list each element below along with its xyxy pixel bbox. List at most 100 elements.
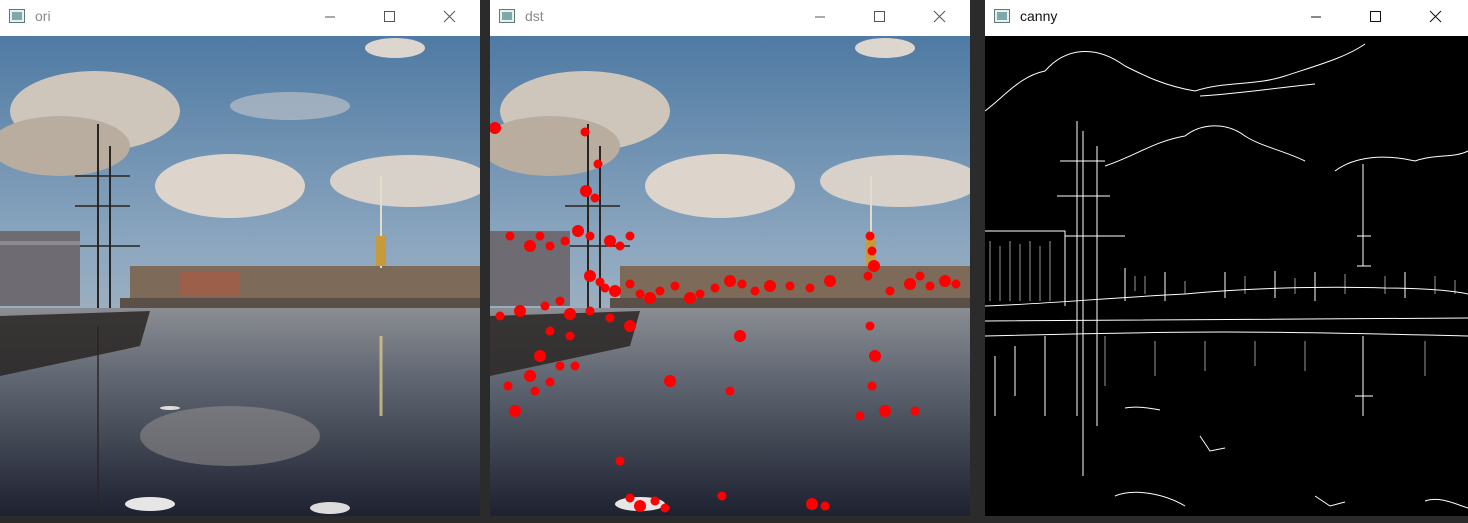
corner-marker bbox=[737, 279, 747, 289]
maximize-icon bbox=[874, 11, 885, 22]
corner-marker bbox=[615, 241, 625, 251]
corner-marker bbox=[580, 185, 592, 197]
corner-marker bbox=[664, 375, 676, 387]
close-button[interactable] bbox=[1412, 0, 1458, 34]
corner-marker bbox=[625, 493, 635, 503]
corner-marker bbox=[734, 330, 746, 342]
corner-marker bbox=[925, 281, 935, 291]
corner-marker bbox=[624, 320, 636, 332]
corner-marker bbox=[585, 306, 595, 316]
corner-marker bbox=[939, 275, 951, 287]
corner-marker bbox=[863, 271, 873, 281]
close-button[interactable] bbox=[916, 0, 962, 34]
corner-marker bbox=[590, 193, 600, 203]
corner-marker bbox=[572, 225, 584, 237]
corner-marker bbox=[545, 241, 555, 251]
corner-marker bbox=[524, 240, 536, 252]
corner-marker bbox=[540, 301, 550, 311]
corner-marker bbox=[805, 283, 815, 293]
corner-marker bbox=[820, 501, 830, 511]
maximize-icon bbox=[384, 11, 395, 22]
image-view-dst bbox=[490, 36, 970, 516]
corner-marker bbox=[764, 280, 776, 292]
corner-marker bbox=[605, 313, 615, 323]
corner-marker bbox=[660, 503, 670, 513]
corner-marker bbox=[625, 279, 635, 289]
window-title: dst bbox=[525, 8, 544, 24]
minimize-button[interactable] bbox=[1293, 0, 1339, 34]
minimize-button[interactable] bbox=[307, 0, 353, 34]
window-ori[interactable]: ori bbox=[0, 0, 480, 516]
corner-marker bbox=[530, 386, 540, 396]
window-canny[interactable]: canny bbox=[985, 0, 1468, 516]
corner-marker bbox=[535, 231, 545, 241]
close-button[interactable] bbox=[426, 0, 472, 34]
close-icon bbox=[933, 10, 946, 23]
corner-marker bbox=[593, 159, 603, 169]
titlebar-ori[interactable]: ori bbox=[0, 0, 480, 36]
corner-marker bbox=[560, 236, 570, 246]
harbor-photo-with-corners bbox=[490, 36, 970, 516]
corner-marker bbox=[879, 405, 891, 417]
harbor-photo bbox=[0, 36, 480, 516]
maximize-icon bbox=[1370, 11, 1381, 22]
corner-marker bbox=[514, 305, 526, 317]
titlebar-dst[interactable]: dst bbox=[490, 0, 970, 36]
window-title: canny bbox=[1020, 8, 1058, 24]
corner-marker bbox=[495, 311, 505, 321]
image-view-ori bbox=[0, 36, 480, 516]
corner-marker bbox=[717, 491, 727, 501]
canny-edge-image bbox=[985, 36, 1468, 516]
corner-marker bbox=[555, 361, 565, 371]
corner-marker bbox=[951, 279, 961, 289]
corner-marker bbox=[509, 405, 521, 417]
close-icon bbox=[443, 10, 456, 23]
corner-marker bbox=[867, 246, 877, 256]
corner-marker bbox=[545, 377, 555, 387]
corner-marker bbox=[585, 231, 595, 241]
corner-marker bbox=[580, 127, 590, 137]
corner-marker bbox=[865, 231, 875, 241]
corner-marker bbox=[724, 275, 736, 287]
corner-marker bbox=[555, 296, 565, 306]
minimize-icon bbox=[325, 16, 335, 18]
window-dst[interactable]: dst bbox=[490, 0, 970, 516]
app-icon bbox=[9, 9, 25, 23]
corner-marker bbox=[650, 496, 660, 506]
maximize-button[interactable] bbox=[856, 0, 902, 34]
corner-marker bbox=[885, 286, 895, 296]
corner-marker bbox=[524, 370, 536, 382]
corner-marker bbox=[710, 283, 720, 293]
corner-marker bbox=[584, 270, 596, 282]
corner-marker bbox=[868, 260, 880, 272]
corner-marker bbox=[869, 350, 881, 362]
corner-marker bbox=[855, 411, 865, 421]
corner-marker bbox=[670, 281, 680, 291]
corner-marker bbox=[695, 289, 705, 299]
app-icon bbox=[994, 9, 1010, 23]
corner-marker bbox=[565, 331, 575, 341]
corner-marker bbox=[609, 285, 621, 297]
minimize-icon bbox=[1311, 16, 1321, 18]
maximize-button[interactable] bbox=[1352, 0, 1398, 34]
corner-marker bbox=[785, 281, 795, 291]
minimize-icon bbox=[815, 16, 825, 18]
corner-marker bbox=[634, 500, 646, 512]
corner-marker bbox=[865, 321, 875, 331]
maximize-button[interactable] bbox=[366, 0, 412, 34]
corner-marker bbox=[915, 271, 925, 281]
corner-marker bbox=[545, 326, 555, 336]
corner-marker bbox=[725, 386, 735, 396]
corner-marker bbox=[615, 456, 625, 466]
corner-marker bbox=[635, 289, 645, 299]
corner-marker bbox=[503, 381, 513, 391]
corner-marker bbox=[684, 292, 696, 304]
minimize-button[interactable] bbox=[797, 0, 843, 34]
app-icon bbox=[499, 9, 515, 23]
corner-marker bbox=[604, 235, 616, 247]
corner-marker bbox=[824, 275, 836, 287]
image-view-canny bbox=[985, 36, 1468, 516]
corner-marker bbox=[910, 406, 920, 416]
corner-marker bbox=[655, 286, 665, 296]
titlebar-canny[interactable]: canny bbox=[985, 0, 1468, 36]
